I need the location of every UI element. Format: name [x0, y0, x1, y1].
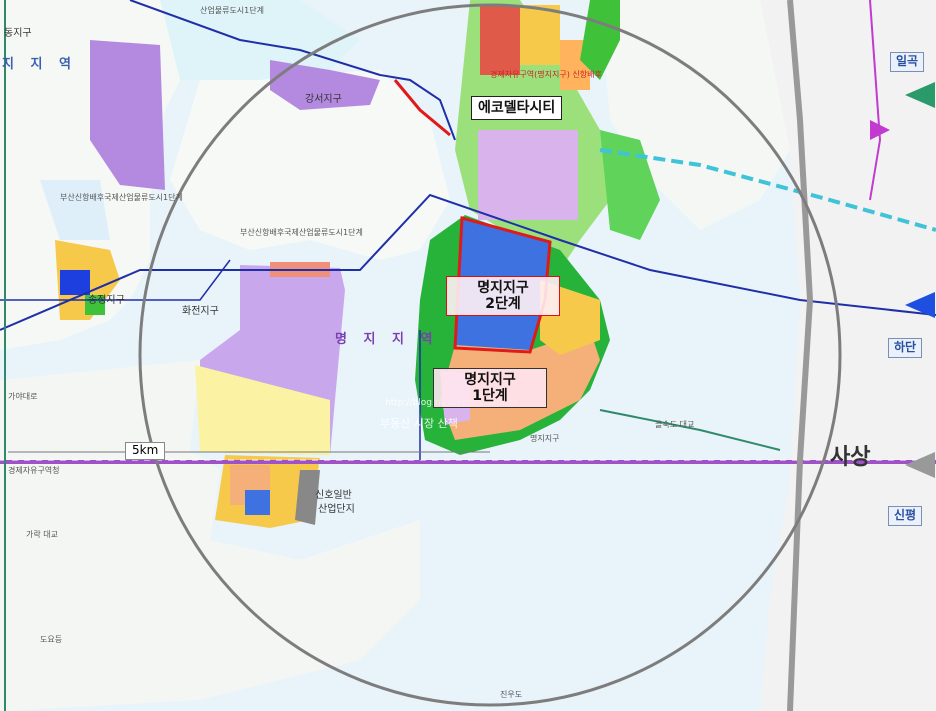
eco-delta-yellow-plot: [520, 5, 560, 65]
label-sinho-industrial-line2: 산업단지: [318, 504, 355, 515]
label-myeongji-phase1-line1: 명지지구: [464, 372, 516, 388]
side-box-ilgok: 일곡: [890, 52, 925, 72]
map-graphic: [0, 0, 936, 711]
label-top-left-district: 동지구: [4, 28, 32, 39]
label-sanup-phase1: 산업물류도시1단계: [200, 6, 264, 15]
label-eco-delta-small: 경제자유구역(명지지구) 신항배후: [490, 70, 602, 79]
label-busan-road-station: 경제자유구역청: [8, 466, 60, 475]
side-box-sinpyeong: 신평: [888, 506, 923, 526]
label-doyo: 도요등: [40, 635, 63, 644]
label-gaya-bridge: 가락 대교: [26, 530, 58, 539]
map-canvas: 동지구 지 지 역 산업물류도시1단계 강서지구 경제자유구역(명지지구) 신항…: [0, 0, 936, 711]
label-gaya-road: 가야대로: [8, 392, 38, 401]
label-eulsuk-bridge: 을숙도 대교: [655, 420, 695, 429]
label-gangseo-industrial: 부산신항배후국제산업물류도시1단계: [60, 193, 183, 202]
label-myeongji-phase2-line1: 명지지구: [477, 280, 529, 296]
side-box-hadan: 하단: [888, 338, 923, 358]
label-songjeong: 송정지구: [88, 295, 125, 306]
label-myeongji-phase2: 명지지구 2단계: [446, 276, 560, 317]
label-myeongji-region: 명 지 지 역: [335, 332, 439, 347]
songjeong-blue: [60, 270, 90, 295]
label-sasang-big: 사상: [830, 445, 871, 470]
label-myeongji-phase1: 명지지구 1단계: [433, 368, 547, 409]
label-hwajeon: 화전지구: [182, 306, 219, 317]
sinho-blue: [245, 490, 270, 515]
label-busan-new-port-logistics: 부산신항배후국제산업물류도시1단계: [240, 228, 363, 237]
label-myeongji-phase1-line2: 1단계: [472, 388, 508, 405]
label-top-left-region: 지 지 역: [2, 57, 77, 72]
label-eco-delta-city: 에코델타시티: [471, 96, 563, 121]
eco-delta-red-plot: [480, 5, 520, 75]
watermark-text: 부동산 시장 산책: [380, 417, 458, 430]
label-gangseo-top: 강서지구: [305, 94, 342, 105]
eco-delta-purple: [478, 130, 578, 220]
label-myeongji-hamlet: 명지지구: [530, 434, 560, 443]
label-sinho-industrial-line1: 신호일반: [315, 490, 352, 501]
label-jinwoo: 진우도: [500, 690, 523, 699]
label-radius: 5km: [125, 442, 166, 460]
label-myeongji-phase2-line2: 2단계: [485, 296, 521, 313]
